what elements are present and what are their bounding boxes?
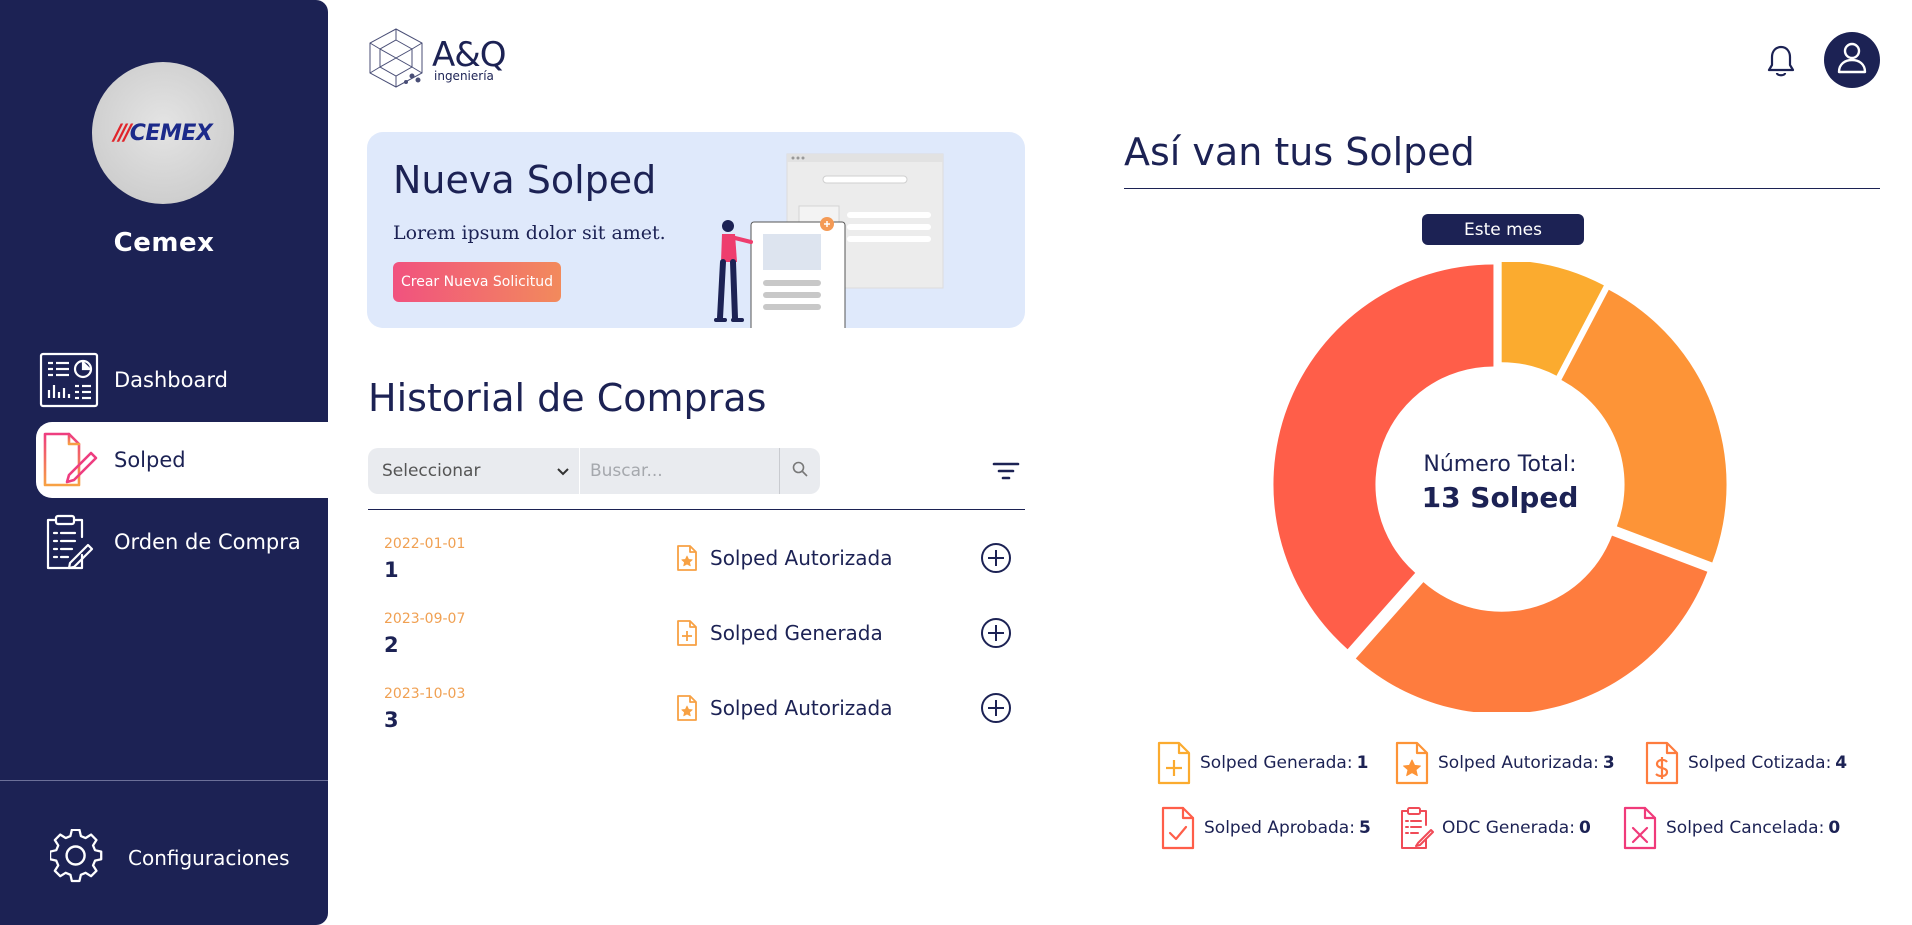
filter-bar: Seleccionar Buscar...	[368, 448, 820, 494]
expand-row-button[interactable]	[980, 692, 1012, 724]
new-solped-banner: Nueva Solped Lorem ipsum dolor sit amet.…	[367, 132, 1025, 328]
legend-value: 5	[1358, 818, 1371, 838]
user-icon	[1837, 42, 1867, 78]
search-input[interactable]: Buscar...	[580, 448, 780, 494]
legend-value: 4	[1835, 753, 1848, 773]
legend-value: 3	[1602, 753, 1615, 773]
doc-list-icon	[1398, 805, 1434, 851]
legend-label: Solped Aprobada:	[1204, 818, 1355, 838]
sidebar: ///CEMEX Cemex Dashboard Solped Orden de…	[0, 0, 328, 925]
legend-item-odc-generada: ODC Generada: 0	[1398, 805, 1591, 851]
nav-item-dashboard[interactable]: Dashboard	[36, 342, 328, 418]
brand-name: A&Q	[432, 35, 507, 75]
row-status-label: Solped Autorizada	[710, 546, 893, 570]
user-avatar-button[interactable]	[1824, 32, 1880, 88]
sidebar-divider	[0, 780, 328, 781]
nav-label-orden-de-compra: Orden de Compra	[114, 530, 301, 554]
status-select-value: Seleccionar	[382, 461, 481, 481]
row-status-label: Solped Generada	[710, 621, 883, 645]
row-id: 2	[384, 633, 399, 657]
legend-value: 0	[1578, 818, 1591, 838]
doc-plus-icon	[1156, 740, 1192, 786]
row-id: 1	[384, 558, 399, 582]
donut-slice-solped-cotizada[interactable]	[1355, 535, 1708, 712]
company-name: Cemex	[113, 228, 215, 258]
filter-icon[interactable]	[992, 460, 1020, 482]
donut-slice-solped-autorizada[interactable]	[1561, 289, 1727, 563]
legend-label: Solped Cotizada:	[1688, 753, 1832, 773]
company-avatar: ///CEMEX	[92, 62, 234, 204]
notifications-bell-icon[interactable]	[1766, 44, 1796, 78]
banner-title: Nueva Solped	[393, 158, 657, 202]
row-status-label: Solped Autorizada	[710, 696, 893, 720]
solped-icon	[36, 429, 102, 491]
brand-cube-icon	[366, 26, 426, 94]
legend-item-solped-aprobada: Solped Aprobada: 5	[1160, 805, 1371, 851]
history-row[interactable]: 2023-09-07 2 Solped Generada	[384, 611, 1014, 673]
nav-item-orden-de-compra[interactable]: Orden de Compra	[36, 504, 328, 580]
doc-star-icon	[676, 544, 698, 572]
row-date: 2022-01-01	[384, 536, 466, 552]
legend-label: ODC Generada:	[1442, 818, 1575, 838]
chart-title: Así van tus Solped	[1124, 130, 1475, 174]
doc-x-icon	[1622, 805, 1658, 851]
history-row[interactable]: 2023-10-03 3 Solped Autorizada	[384, 686, 1014, 748]
expand-row-button[interactable]	[980, 617, 1012, 649]
cemex-logo: ///CEMEX	[113, 120, 213, 146]
doc-star-icon	[676, 694, 698, 722]
banner-illustration	[714, 153, 944, 328]
legend-item-solped-cotizada: Solped Cotizada: 4	[1644, 740, 1847, 786]
gear-icon	[48, 828, 104, 887]
doc-plus-icon	[676, 619, 698, 647]
row-date: 2023-10-03	[384, 686, 466, 702]
legend-item-solped-cancelada: Solped Cancelada: 0	[1622, 805, 1840, 851]
legend-label: Solped Generada:	[1200, 753, 1353, 773]
legend-label: Solped Autorizada:	[1438, 753, 1599, 773]
row-status: Solped Autorizada	[676, 544, 892, 572]
chart-divider	[1124, 188, 1880, 189]
nav-label-solped: Solped	[114, 448, 186, 472]
history-title: Historial de Compras	[368, 376, 767, 420]
total-label: Número Total:	[1423, 452, 1577, 477]
doc-check-icon	[1160, 805, 1196, 851]
search-icon	[792, 461, 808, 481]
history-row[interactable]: 2022-01-01 1 Solped Autorizada	[384, 536, 1014, 598]
doc-dollar-icon	[1644, 740, 1680, 786]
row-date: 2023-09-07	[384, 611, 466, 627]
nav-item-configuraciones[interactable]: Configuraciones	[48, 828, 290, 887]
legend-value: 1	[1356, 753, 1369, 773]
legend-item-solped-autorizada: Solped Autorizada: 3	[1394, 740, 1615, 786]
donut-center-label: Número Total: 13 Solped	[1400, 452, 1600, 514]
row-status: Solped Generada	[676, 619, 883, 647]
brand-logo[interactable]: A&Q ingeniería	[366, 26, 507, 94]
expand-row-button[interactable]	[980, 542, 1012, 574]
legend-value: 0	[1828, 818, 1841, 838]
dashboard-icon	[36, 349, 102, 411]
period-selector-button[interactable]: Este mes	[1422, 214, 1584, 245]
history-divider	[368, 509, 1025, 510]
nav-item-solped[interactable]: Solped	[36, 422, 328, 498]
legend-label: Solped Cancelada:	[1666, 818, 1825, 838]
create-request-button[interactable]: Crear Nueva Solicitud	[393, 262, 561, 302]
doc-star-icon	[1394, 740, 1430, 786]
total-value: 13 Solped	[1421, 481, 1579, 514]
search-button[interactable]	[780, 448, 820, 494]
nav-label-dashboard: Dashboard	[114, 368, 228, 392]
nav-label-configuraciones: Configuraciones	[128, 846, 290, 870]
status-select[interactable]: Seleccionar	[368, 448, 580, 494]
banner-subtitle: Lorem ipsum dolor sit amet.	[393, 222, 666, 244]
row-status: Solped Autorizada	[676, 694, 892, 722]
clipboard-icon	[36, 511, 102, 573]
row-id: 3	[384, 708, 399, 732]
legend-item-solped-generada: Solped Generada: 1	[1156, 740, 1368, 786]
chevron-down-icon	[557, 461, 569, 481]
